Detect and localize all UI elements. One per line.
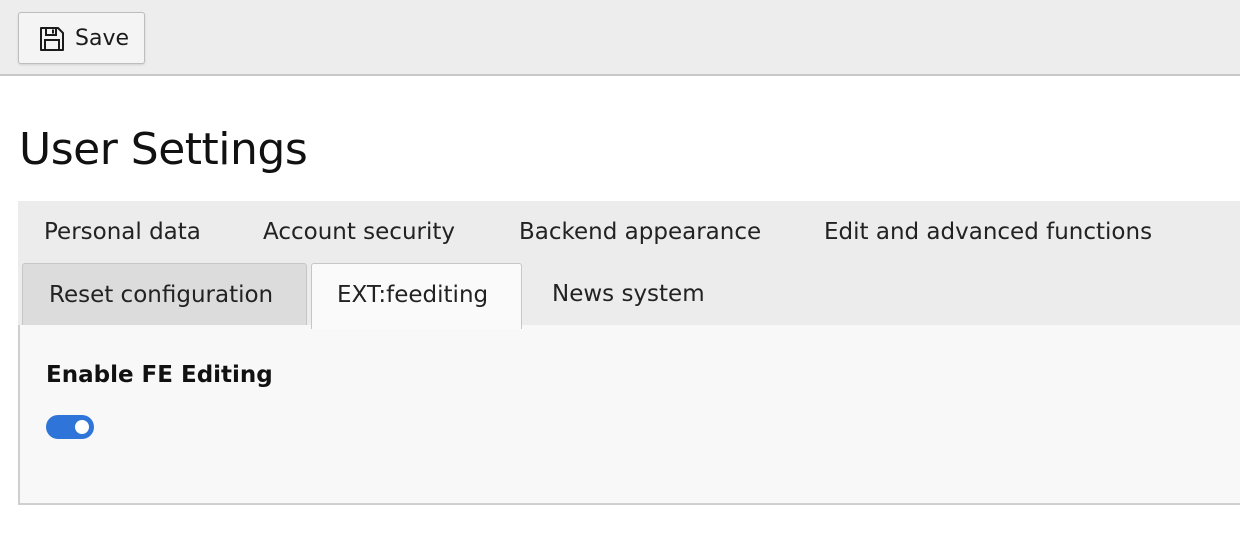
enable-fe-editing-toggle[interactable] <box>46 415 94 439</box>
save-button-label: Save <box>75 26 130 51</box>
enable-fe-editing-label: Enable FE Editing <box>46 362 273 388</box>
tab-reset-configuration-label: Reset configuration <box>49 282 274 308</box>
tab-personal-data[interactable]: Personal data <box>44 219 201 245</box>
tab-panel-feediting: Enable FE Editing <box>18 325 1240 505</box>
floppy-disk-icon <box>40 27 64 51</box>
tab-ext-feediting-label: EXT:feediting <box>337 282 489 308</box>
tab-news-system[interactable]: News system <box>552 281 705 307</box>
tab-reset-configuration[interactable]: Reset configuration <box>22 263 307 327</box>
tab-account-security[interactable]: Account security <box>263 219 455 245</box>
tab-edit-advanced-functions[interactable]: Edit and advanced functions <box>824 219 1152 245</box>
page-title: User Settings <box>19 124 308 175</box>
tab-ext-feediting[interactable]: EXT:feediting <box>311 263 522 329</box>
toggle-knob <box>75 420 89 434</box>
tab-bar: Personal data Account security Backend a… <box>18 201 1240 329</box>
tab-backend-appearance[interactable]: Backend appearance <box>519 219 761 245</box>
save-button[interactable]: Save <box>18 12 145 64</box>
toolbar: Save <box>0 0 1240 76</box>
